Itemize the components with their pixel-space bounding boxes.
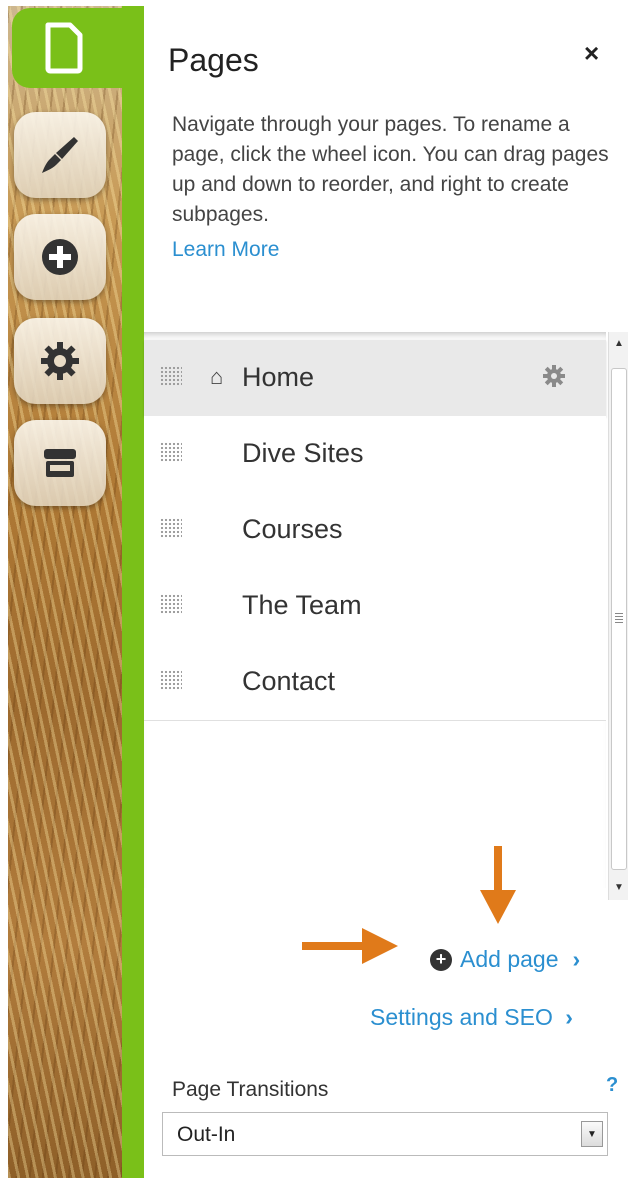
add-circle-icon: + xyxy=(430,948,452,971)
page-row-home[interactable]: ⌂ Home xyxy=(144,340,606,417)
page-list-scrollbar[interactable]: ▲ ▼ xyxy=(608,332,628,900)
page-row-courses[interactable]: Courses xyxy=(144,492,606,569)
page-list: ⌂ Home Dive Sites Courses The Team Conta… xyxy=(144,332,606,888)
add-page-label: Add page xyxy=(460,946,559,972)
plus-circle-icon xyxy=(42,239,78,275)
add-page-button[interactable]: + Add page › xyxy=(430,946,580,973)
page-row-dive-sites[interactable]: Dive Sites xyxy=(144,416,606,493)
drag-handle-icon[interactable] xyxy=(160,670,182,690)
toolbar-pages-tab-bridge xyxy=(100,8,144,88)
settings-seo-link[interactable]: Settings and SEO › xyxy=(370,1004,573,1031)
panel-description: Navigate through your pages. To rename a… xyxy=(172,113,609,226)
pages-panel: Pages × Navigate through your pages. To … xyxy=(144,6,628,1178)
page-transitions-select[interactable]: Out-In ▼ xyxy=(162,1112,608,1156)
page-settings-gear-icon[interactable] xyxy=(542,364,566,388)
scroll-thumb[interactable] xyxy=(611,368,627,870)
close-icon[interactable]: × xyxy=(584,38,599,69)
page-label: Dive Sites xyxy=(242,438,364,468)
gear-icon xyxy=(41,342,79,380)
page-label: Courses xyxy=(242,514,343,544)
panel-title: Pages xyxy=(168,42,259,78)
annotation-arrow-right xyxy=(302,928,398,964)
toolbar-add-button[interactable] xyxy=(14,214,106,300)
drag-handle-icon[interactable] xyxy=(160,442,182,462)
page-row-contact[interactable]: Contact xyxy=(144,644,606,721)
settings-seo-label: Settings and SEO xyxy=(370,1004,553,1030)
page-label: Contact xyxy=(242,666,336,696)
page-row-the-team[interactable]: The Team xyxy=(144,568,606,645)
chevron-down-icon[interactable]: ▼ xyxy=(581,1121,603,1147)
brush-icon xyxy=(42,137,78,173)
scroll-down-icon[interactable]: ▼ xyxy=(614,882,624,893)
toolbar-store-button[interactable] xyxy=(14,420,106,506)
learn-more-link[interactable]: Learn More xyxy=(172,238,279,262)
page-icon xyxy=(45,22,83,74)
page-label: Home xyxy=(242,362,315,392)
drag-handle-icon[interactable] xyxy=(160,518,182,538)
store-icon xyxy=(44,449,76,477)
scroll-grip-icon xyxy=(615,613,623,623)
toolbar-design-button[interactable] xyxy=(14,112,106,198)
home-icon: ⌂ xyxy=(210,364,224,389)
help-icon[interactable]: ? xyxy=(606,1074,618,1097)
annotation-arrow-down xyxy=(480,846,516,924)
chevron-right-icon: › xyxy=(572,946,581,972)
panel-accent-border xyxy=(122,6,144,1178)
page-label: The Team xyxy=(242,590,362,620)
page-transitions-label: Page Transitions xyxy=(172,1078,329,1101)
scroll-up-icon[interactable]: ▲ xyxy=(614,338,624,349)
chevron-right-icon: › xyxy=(565,1004,573,1030)
drag-handle-icon[interactable] xyxy=(160,366,182,386)
drag-handle-icon[interactable] xyxy=(160,594,182,614)
toolbar-settings-button[interactable] xyxy=(14,318,106,404)
select-value: Out-In xyxy=(177,1123,236,1146)
